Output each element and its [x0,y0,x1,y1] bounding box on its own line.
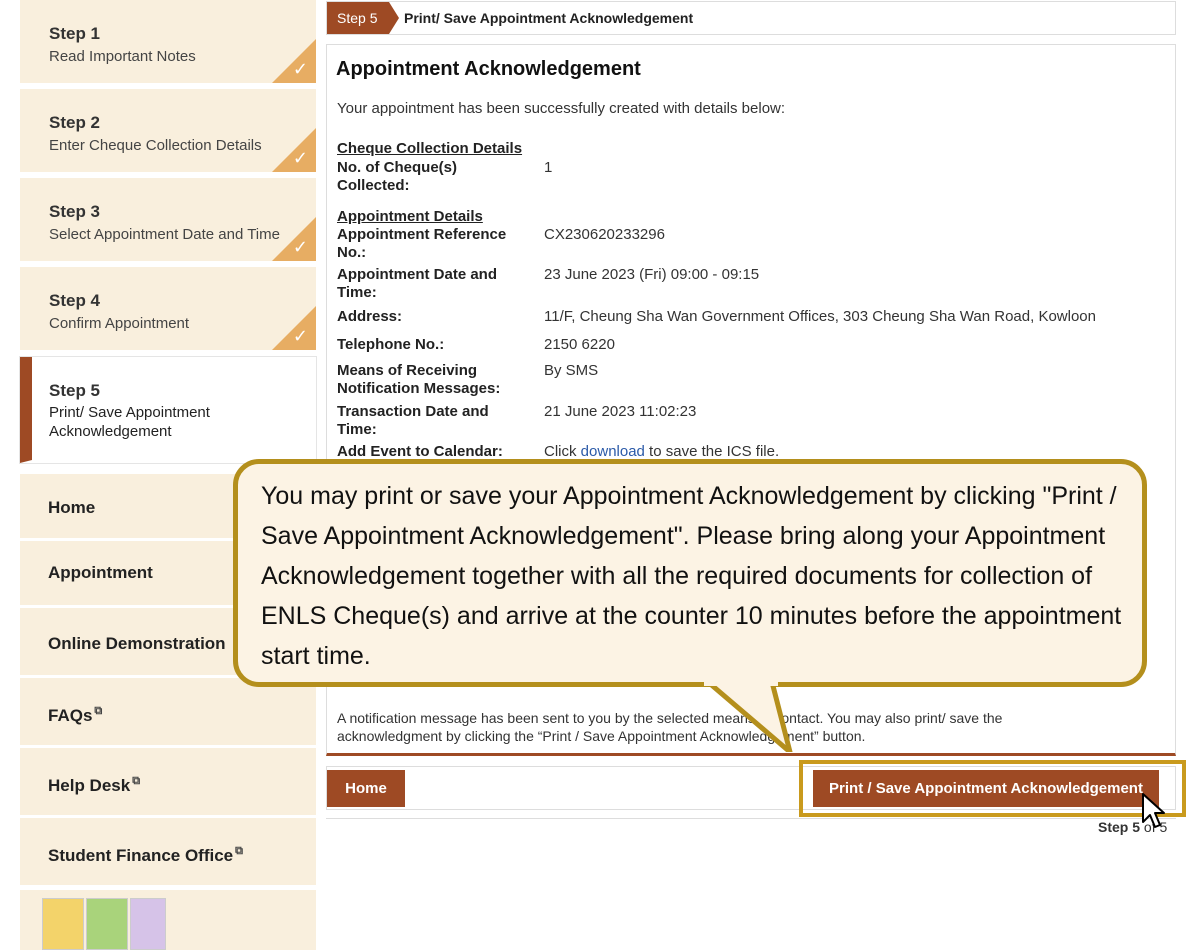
menu-item-student-finance-office[interactable]: Student Finance Office ⧉ [20,818,316,888]
external-link-icon: ⧉ [94,705,103,717]
row-value: 2150 6220 [544,336,615,353]
row-value: 23 June 2023 (Fri) 09:00 - 09:15 [544,266,760,283]
page-title: Appointment Acknowledgement [336,58,641,80]
step-description: Print/ Save Appointment Acknowledgement [49,403,210,441]
step-badge: Step 5 [327,2,399,34]
step-3[interactable]: Step 3 Select Appointment Date and Time … [20,178,316,264]
sfo-label: Student Finance Office [48,846,234,865]
callout-text: You may print or save your Appointment A… [261,482,1122,670]
calendar-text: to save the ICS file. [644,443,780,460]
checkmark-icon: ✓ [292,59,308,79]
menu-label: Student Finance Office ⧉ [48,845,243,866]
step-current: Step 5 [1098,819,1141,835]
step-desc-line2: Acknowledgement [49,423,172,440]
checkmark-icon: ✓ [292,237,308,257]
menu-label: Online Demonstration [48,634,226,653]
faqs-label: FAQs [48,706,93,725]
external-link-icon: ⧉ [235,845,243,857]
step-description: Read Important Notes [49,48,196,65]
menu-item-help-desk[interactable]: Help Desk ⧉ [20,748,316,818]
step-number: Step 5 [49,381,101,400]
note-line: A notification message has been sent to … [337,710,1003,726]
row-value: 21 June 2023 11:02:23 [544,403,697,420]
calendar-text: Click [544,443,581,460]
menu-label: Help Desk ⧉ [48,775,141,796]
row-value: By SMS [544,362,599,379]
step-number: Step 4 [49,291,101,310]
highlight-box [799,760,1186,817]
row-label: Appointment Date and Time: [337,266,497,301]
help-desk-label: Help Desk [48,776,131,795]
step-desc-line1: Print/ Save Appointment [49,404,210,421]
row-label: Means of Receiving Notification Messages… [337,362,501,397]
row-value: Click download to save the ICS file. [544,443,779,460]
row-value: 1 [544,159,553,176]
leaflet-thumbnail [42,898,84,950]
section-appointment-details: Appointment Details [337,208,483,225]
checkmark-icon: ✓ [292,148,308,168]
row-label: Transaction Date and Time: [337,403,489,438]
step-description: Confirm Appointment [49,315,190,332]
step-number: Step 1 [49,24,101,43]
checkmark-icon: ✓ [292,326,308,346]
row-value: CX230620233296 [544,226,665,243]
step-description: Select Appointment Date and Time [49,226,280,243]
row-label: No. of Cheque(s) Collected: [337,159,457,194]
menu-label: Home [48,498,96,517]
step-number: Step 2 [49,113,101,132]
menu-label: Appointment [48,563,153,582]
menu-label: FAQs ⧉ [48,705,103,726]
section-cheque-collection: Cheque Collection Details [337,140,523,157]
intro-text: Your appointment has been successfully c… [337,100,786,117]
step-number: Step 3 [49,202,101,221]
leaflet-thumbnails[interactable] [20,890,316,950]
menu-item-faqs[interactable]: FAQs ⧉ [20,678,316,748]
mouse-pointer-icon [1142,793,1165,828]
step-4[interactable]: Step 4 Confirm Appointment ✓ [20,267,316,353]
callout-pointer [704,682,793,752]
step-header-title: Print/ Save Appointment Acknowledgement [404,10,694,26]
leaflet-thumbnail [130,898,166,950]
leaflet-thumbnail [86,898,128,950]
row-value: 11/F, Cheung Sha Wan Government Offices,… [544,308,1096,325]
external-link-icon: ⧉ [132,775,141,787]
home-button[interactable]: Home [327,770,405,807]
step-1[interactable]: Step 1 Read Important Notes ✓ [20,0,316,86]
download-link[interactable]: download [581,443,645,460]
step-description: Enter Cheque Collection Details [49,137,262,154]
instruction-callout: You may print or save your Appointment A… [233,459,1147,687]
step-header: Step 5 Print/ Save Appointment Acknowled… [326,1,1176,35]
row-label: Telephone No.: [337,336,445,353]
step-2[interactable]: Step 2 Enter Cheque Collection Details ✓ [20,89,316,175]
row-label: Appointment Reference No.: [337,226,507,261]
step-5-current: Step 5 Print/ Save Appointment Acknowledg… [20,357,316,463]
row-label: Address: [337,308,403,325]
divider [326,818,1176,836]
